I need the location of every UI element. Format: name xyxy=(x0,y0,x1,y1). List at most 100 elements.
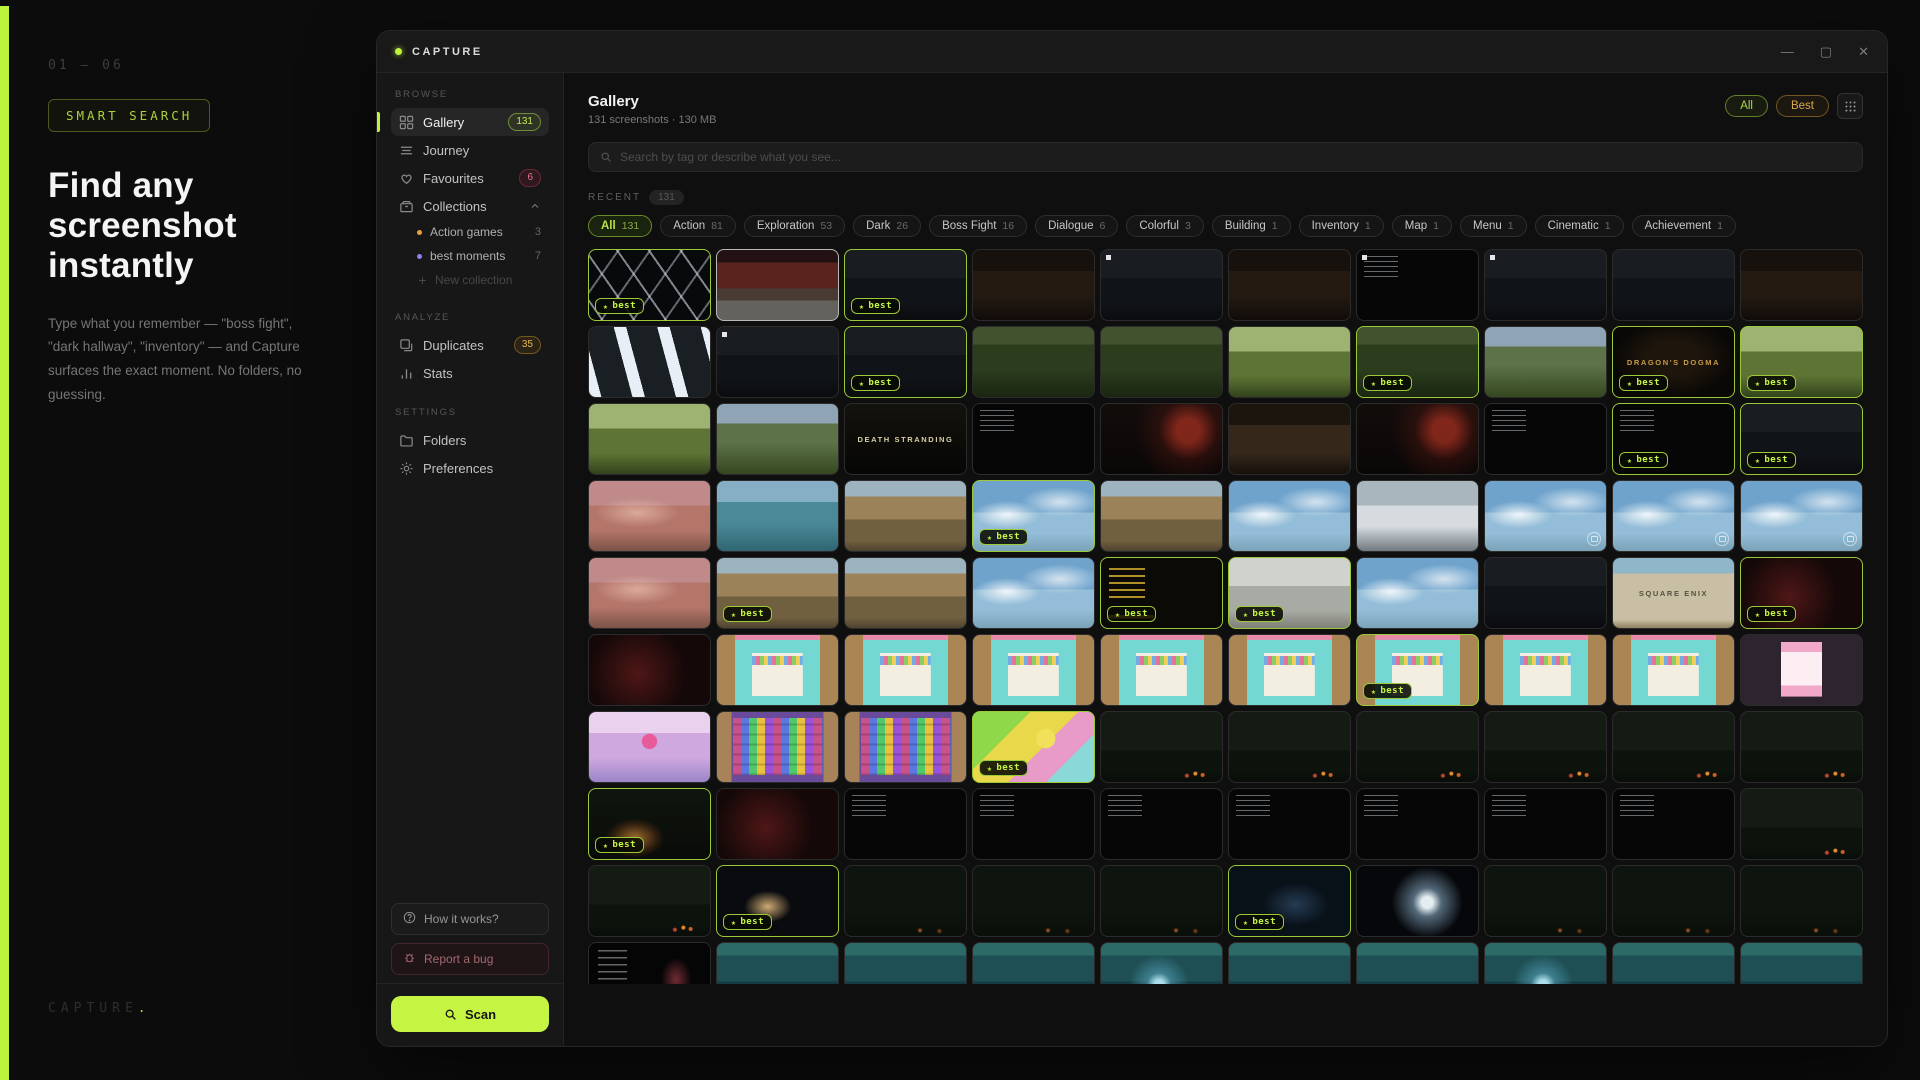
screenshot-thumbnail[interactable]: ★best xyxy=(972,480,1095,552)
filter-chip-map[interactable]: Map1 xyxy=(1392,215,1452,237)
screenshot-thumbnail[interactable] xyxy=(1612,788,1735,860)
screenshot-thumbnail[interactable] xyxy=(972,865,1095,937)
screenshot-thumbnail[interactable] xyxy=(1100,326,1223,398)
screenshot-thumbnail[interactable] xyxy=(1228,403,1351,475)
sidebar-item-stats[interactable]: Stats xyxy=(391,359,549,387)
screenshot-thumbnail[interactable] xyxy=(1228,326,1351,398)
screenshot-thumbnail[interactable] xyxy=(1484,249,1607,321)
screenshot-thumbnail[interactable] xyxy=(588,634,711,706)
screenshot-thumbnail[interactable] xyxy=(1740,942,1863,984)
screenshot-thumbnail[interactable] xyxy=(716,403,839,475)
filter-chip-exploration[interactable]: Exploration53 xyxy=(744,215,845,237)
screenshot-thumbnail[interactable] xyxy=(972,788,1095,860)
screenshot-thumbnail[interactable] xyxy=(588,326,711,398)
screenshot-thumbnail[interactable]: ★best xyxy=(1740,326,1863,398)
screenshot-thumbnail[interactable] xyxy=(588,557,711,629)
screenshot-thumbnail[interactable]: ★best xyxy=(588,788,711,860)
filter-chip-boss-fight[interactable]: Boss Fight16 xyxy=(929,215,1027,237)
screenshot-thumbnail[interactable]: ★best xyxy=(844,249,967,321)
screenshot-thumbnail[interactable] xyxy=(1228,711,1351,783)
screenshot-thumbnail[interactable] xyxy=(588,711,711,783)
screenshot-thumbnail[interactable] xyxy=(1356,557,1479,629)
screenshot-thumbnail[interactable]: ★best xyxy=(1228,557,1351,629)
screenshot-thumbnail[interactable] xyxy=(1356,942,1479,984)
screenshot-thumbnail[interactable]: ★best xyxy=(1740,557,1863,629)
screenshot-thumbnail[interactable] xyxy=(1484,788,1607,860)
sidebar-item-duplicates[interactable]: Duplicates35 xyxy=(391,331,549,359)
screenshot-thumbnail[interactable] xyxy=(1740,865,1863,937)
filter-chip-inventory[interactable]: Inventory1 xyxy=(1299,215,1384,237)
screenshot-thumbnail[interactable] xyxy=(716,634,839,706)
screenshot-thumbnail[interactable] xyxy=(844,865,967,937)
screenshot-thumbnail[interactable] xyxy=(588,865,711,937)
filter-chip-cinematic[interactable]: Cinematic1 xyxy=(1535,215,1624,237)
sidebar-item-gallery[interactable]: Gallery131 xyxy=(391,108,549,136)
sidebar-item-collections[interactable]: Collections xyxy=(391,192,549,220)
screenshot-thumbnail[interactable] xyxy=(588,942,711,984)
screenshot-thumbnail[interactable]: ★best xyxy=(1612,403,1735,475)
report-bug-button[interactable]: Report a bug xyxy=(391,943,549,975)
screenshot-thumbnail[interactable] xyxy=(1612,711,1735,783)
minimize-button[interactable]: — xyxy=(1781,44,1794,60)
screenshot-thumbnail[interactable] xyxy=(844,557,967,629)
sidebar-item-journey[interactable]: Journey xyxy=(391,136,549,164)
screenshot-thumbnail[interactable] xyxy=(1228,942,1351,984)
screenshot-thumbnail[interactable] xyxy=(1100,480,1223,552)
screenshot-thumbnail[interactable] xyxy=(1356,711,1479,783)
screenshot-thumbnail[interactable]: ★best xyxy=(1356,634,1479,706)
search-input[interactable] xyxy=(620,150,1851,164)
screenshot-thumbnail[interactable] xyxy=(716,480,839,552)
filter-chip-dialogue[interactable]: Dialogue6 xyxy=(1035,215,1118,237)
screenshot-thumbnail[interactable]: ★best xyxy=(1356,326,1479,398)
screenshot-thumbnail[interactable] xyxy=(716,711,839,783)
screenshot-thumbnail[interactable] xyxy=(1100,865,1223,937)
screenshot-thumbnail[interactable] xyxy=(1100,711,1223,783)
filter-chip-building[interactable]: Building1 xyxy=(1212,215,1291,237)
screenshot-thumbnail[interactable] xyxy=(1356,403,1479,475)
screenshot-thumbnail[interactable] xyxy=(1612,942,1735,984)
screenshot-thumbnail[interactable] xyxy=(1740,711,1863,783)
screenshot-thumbnail[interactable] xyxy=(716,326,839,398)
collection-item-best-moments[interactable]: best moments7 xyxy=(391,244,549,268)
scan-button[interactable]: Scan xyxy=(391,996,549,1032)
screenshot-thumbnail[interactable] xyxy=(1484,634,1607,706)
collection-item-action-games[interactable]: Action games3 xyxy=(391,220,549,244)
screenshot-thumbnail[interactable] xyxy=(588,403,711,475)
filter-pill-best[interactable]: Best xyxy=(1776,95,1829,117)
screenshot-thumbnail[interactable] xyxy=(1100,249,1223,321)
screenshot-thumbnail[interactable] xyxy=(1228,249,1351,321)
screenshot-thumbnail[interactable]: ★best xyxy=(1100,557,1223,629)
screenshot-thumbnail[interactable] xyxy=(1100,942,1223,984)
screenshot-thumbnail[interactable]: ★best xyxy=(1228,865,1351,937)
screenshot-thumbnail[interactable] xyxy=(1100,403,1223,475)
sidebar-item-favourites[interactable]: Favourites6 xyxy=(391,164,549,192)
filter-chip-achievement[interactable]: Achievement1 xyxy=(1632,215,1736,237)
filter-chip-dark[interactable]: Dark26 xyxy=(853,215,921,237)
screenshot-thumbnail[interactable] xyxy=(588,480,711,552)
how-it-works-button[interactable]: How it works? xyxy=(391,903,549,935)
screenshot-thumbnail[interactable] xyxy=(1740,788,1863,860)
screenshot-thumbnail[interactable] xyxy=(972,634,1095,706)
screenshot-thumbnail[interactable] xyxy=(1228,788,1351,860)
screenshot-thumbnail[interactable] xyxy=(844,788,967,860)
screenshot-thumbnail[interactable] xyxy=(1356,865,1479,937)
close-button[interactable]: ✕ xyxy=(1858,44,1869,60)
screenshot-thumbnail[interactable] xyxy=(1484,865,1607,937)
screenshot-thumbnail[interactable] xyxy=(972,403,1095,475)
new-collection-button[interactable]: New collection xyxy=(391,268,549,292)
screenshot-thumbnail[interactable] xyxy=(1740,634,1863,706)
screenshot-thumbnail[interactable] xyxy=(1612,249,1735,321)
screenshot-thumbnail[interactable] xyxy=(1228,634,1351,706)
screenshot-thumbnail[interactable] xyxy=(1740,480,1863,552)
screenshot-thumbnail[interactable] xyxy=(972,326,1095,398)
screenshot-thumbnail[interactable]: ★best xyxy=(844,326,967,398)
screenshot-thumbnail[interactable] xyxy=(716,788,839,860)
screenshot-thumbnail[interactable]: ★best xyxy=(588,249,711,321)
filter-chip-menu[interactable]: Menu1 xyxy=(1460,215,1527,237)
screenshot-thumbnail[interactable] xyxy=(844,480,967,552)
screenshot-thumbnail[interactable] xyxy=(1612,480,1735,552)
screenshot-thumbnail[interactable] xyxy=(1612,634,1735,706)
screenshot-thumbnail[interactable] xyxy=(1740,249,1863,321)
screenshot-thumbnail[interactable]: ★best xyxy=(1740,403,1863,475)
filter-chip-colorful[interactable]: Colorful3 xyxy=(1126,215,1203,237)
